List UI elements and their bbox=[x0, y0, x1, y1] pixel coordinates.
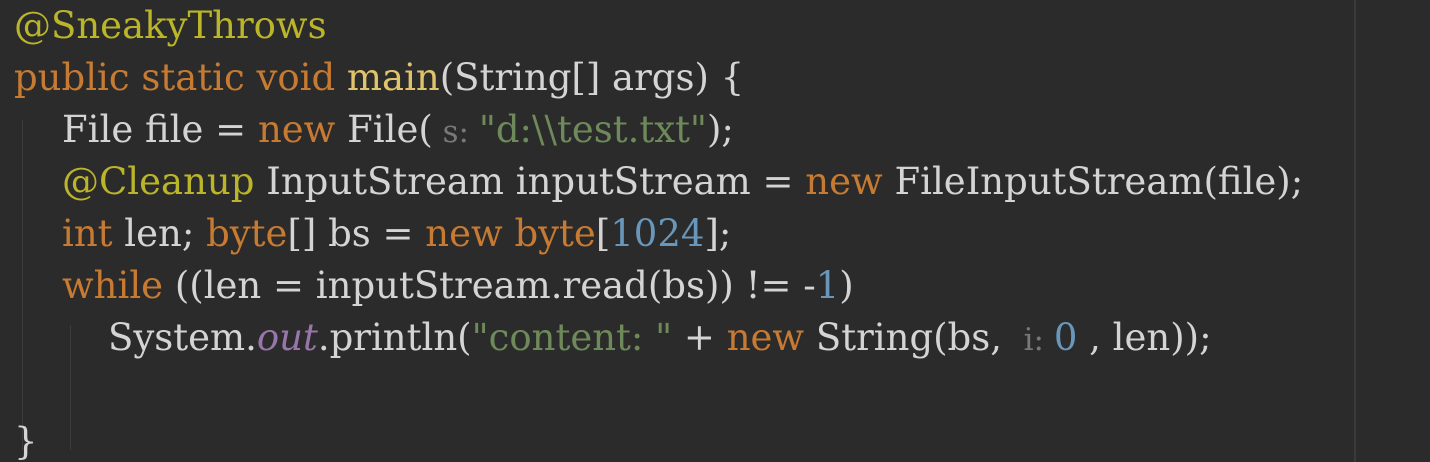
code-token-plain: ) bbox=[839, 264, 854, 307]
code-token-plain: .println( bbox=[317, 316, 472, 359]
indent-guide bbox=[22, 120, 23, 450]
code-line[interactable]: @Cleanup InputStream inputStream = new F… bbox=[62, 156, 1303, 208]
code-token-kw: new bbox=[805, 160, 895, 203]
code-token-anno: @SneakyThrows bbox=[14, 4, 327, 47]
code-token-kw: int bbox=[62, 212, 125, 255]
code-token-plain: ); bbox=[706, 108, 734, 151]
code-editor[interactable]: @SneakyThrows public static void main(Str… bbox=[0, 0, 1430, 462]
code-token-hint: i: bbox=[1013, 322, 1054, 358]
code-token-plain: String(bs, bbox=[815, 316, 1014, 359]
code-token-kw: while bbox=[62, 264, 175, 307]
code-token-plain: System. bbox=[108, 316, 257, 359]
code-token-str: "content: " bbox=[471, 316, 673, 359]
code-token-str: "d:\\test.txt" bbox=[478, 108, 707, 151]
code-line[interactable]: while ((len = inputStream.read(bs)) != -… bbox=[62, 260, 854, 312]
code-token-plain: FileInputStream(file); bbox=[894, 160, 1304, 203]
indent-guide bbox=[70, 325, 71, 450]
code-token-plain: ]; bbox=[704, 212, 732, 255]
code-token-plain: } bbox=[14, 420, 38, 462]
code-line[interactable]: int len; byte[] bs = new byte[1024]; bbox=[62, 208, 731, 260]
code-token-kw: new bbox=[257, 108, 348, 151]
code-token-anno: @Cleanup bbox=[62, 160, 267, 203]
code-token-plain: InputStream inputStream = bbox=[266, 160, 806, 203]
code-token-kw: byte bbox=[206, 212, 288, 255]
code-token-plain: (String[] args) { bbox=[439, 56, 745, 99]
code-token-kw: public static void bbox=[14, 56, 347, 99]
code-token-kw: new bbox=[726, 316, 816, 359]
code-token-plain: len; bbox=[124, 212, 207, 255]
code-token-kw: byte bbox=[514, 212, 596, 255]
code-token-plain: File file = bbox=[62, 108, 258, 151]
code-token-plain: [ bbox=[595, 212, 611, 255]
code-token-plain: + bbox=[672, 316, 727, 359]
code-token-plain: File( bbox=[347, 108, 433, 151]
code-line[interactable]: File file = new File( s: "d:\\test.txt")… bbox=[62, 104, 734, 156]
code-token-plain: [] bs = bbox=[287, 212, 426, 255]
code-token-hint: s: bbox=[432, 114, 479, 150]
right-margin-guide bbox=[1354, 0, 1356, 462]
code-line[interactable]: System.out.println("content: " + new Str… bbox=[108, 312, 1212, 364]
code-line[interactable]: @SneakyThrows bbox=[14, 0, 327, 52]
code-line[interactable]: public static void main(String[] args) { bbox=[14, 52, 744, 104]
code-token-kw: new bbox=[425, 212, 515, 255]
code-token-italic: out bbox=[256, 316, 318, 359]
code-token-num: 1 bbox=[815, 264, 840, 307]
code-token-method: main bbox=[346, 56, 440, 99]
code-line[interactable]: } bbox=[14, 416, 38, 462]
code-token-num: 1024 bbox=[610, 212, 705, 255]
code-token-num: 0 bbox=[1053, 316, 1078, 359]
code-token-plain: , len)); bbox=[1077, 316, 1212, 359]
code-token-plain: ((len = inputStream.read(bs)) != - bbox=[174, 264, 816, 307]
